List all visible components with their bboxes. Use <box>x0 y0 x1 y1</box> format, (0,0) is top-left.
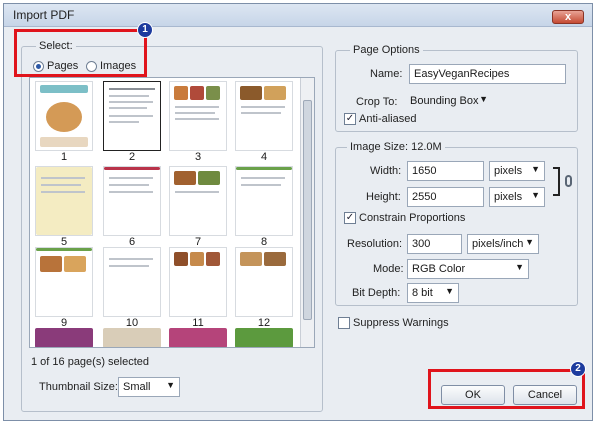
crop-to-label: Crop To: <box>356 96 398 108</box>
width-unit-value: pixels <box>494 165 523 177</box>
chevron-down-icon: ▼ <box>479 94 488 104</box>
step-badge-2: 2 <box>570 361 586 377</box>
page-preview-image <box>169 247 227 317</box>
page-preview-image <box>235 247 293 317</box>
width-input[interactable]: 1650 <box>407 161 484 181</box>
page-preview-image <box>35 81 93 151</box>
page-options-legend: Page Options <box>350 44 423 56</box>
chevron-down-icon: ▼ <box>531 190 540 200</box>
page-thumbnail[interactable]: 7 <box>167 166 229 248</box>
page-thumbnail[interactable]: 4 <box>233 81 295 163</box>
page-thumbnail[interactable]: 2 <box>101 81 163 163</box>
page-preview-text <box>103 166 161 236</box>
page-number: 4 <box>260 151 268 163</box>
thumbnail-size-value: Small <box>123 381 151 393</box>
buttons-highlight-box <box>428 369 585 409</box>
resolution-unit-value: pixels/inch <box>472 238 524 250</box>
mode-value: RGB Color <box>412 263 466 275</box>
resolution-unit-select[interactable]: pixels/inch ▼ <box>467 234 539 254</box>
anti-aliased-checkbox[interactable]: ✓ <box>344 113 356 125</box>
thumbnail-scrollbar[interactable] <box>300 78 314 347</box>
height-unit-select[interactable]: pixels ▼ <box>489 187 545 207</box>
page-thumbnail[interactable]: 1 <box>33 81 95 163</box>
close-button[interactable]: x <box>552 10 584 24</box>
page-preview-text <box>35 166 93 236</box>
thumbnail-size-label: Thumbnail Size: <box>39 381 118 393</box>
select-highlight-box <box>14 29 147 77</box>
chevron-down-icon: ▼ <box>166 380 175 390</box>
name-input[interactable]: EasyVeganRecipes <box>409 64 566 84</box>
thumbnail-grid[interactable]: 1 2 3 4 5 6 7 8 9 10 11 12 <box>29 77 315 348</box>
dialog-title: Import PDF <box>13 8 75 22</box>
page-number: 1 <box>60 151 68 163</box>
mode-select[interactable]: RGB Color ▼ <box>407 259 529 279</box>
resolution-label: Resolution: <box>347 238 403 250</box>
title-bar[interactable]: Import PDF x <box>4 4 592 27</box>
bit-depth-value: 8 bit <box>412 287 433 299</box>
page-thumbnail[interactable]: 5 <box>33 166 95 248</box>
page-thumbnail[interactable]: 8 <box>233 166 295 248</box>
scrollbar-thumb[interactable] <box>303 100 312 320</box>
name-label: Name: <box>370 68 403 80</box>
page-preview-image <box>35 247 93 317</box>
chevron-down-icon: ▼ <box>525 237 534 247</box>
crop-to-select[interactable]: Bounding Box ▼ <box>406 92 492 112</box>
chevron-down-icon: ▼ <box>515 262 524 272</box>
page-thumbnail[interactable]: 12 <box>233 247 295 329</box>
page-preview-image <box>169 81 227 151</box>
page-thumbnail[interactable]: 11 <box>167 247 229 329</box>
height-unit-value: pixels <box>494 191 523 203</box>
anti-aliased-label[interactable]: Anti-aliased <box>359 113 416 125</box>
chevron-down-icon: ▼ <box>531 164 540 174</box>
bit-depth-label: Bit Depth: <box>352 287 401 299</box>
resolution-input[interactable]: 300 <box>407 234 462 254</box>
crop-to-value: Bounding Box <box>410 95 479 107</box>
page-number: 3 <box>194 151 202 163</box>
suppress-warnings-checkbox[interactable] <box>338 317 350 329</box>
constrain-proportions-checkbox[interactable]: ✓ <box>344 212 356 224</box>
page-thumbnail[interactable]: 9 <box>33 247 95 329</box>
image-size-legend: Image Size: 12.0M <box>347 141 445 153</box>
page-preview-image <box>169 166 227 236</box>
page-preview-text <box>103 247 161 317</box>
page-preview-image <box>235 81 293 151</box>
constrain-link-bracket <box>553 167 560 196</box>
page-thumbnail[interactable]: 3 <box>167 81 229 163</box>
chevron-down-icon: ▼ <box>445 286 454 296</box>
width-label: Width: <box>370 165 402 177</box>
constrain-proportions-label[interactable]: Constrain Proportions <box>359 212 465 224</box>
page-number: 2 <box>128 151 136 163</box>
page-thumbnail[interactable]: 6 <box>101 166 163 248</box>
suppress-warnings-label[interactable]: Suppress Warnings <box>353 317 449 329</box>
mode-label: Mode: <box>373 263 404 275</box>
thumbnail-size-select[interactable]: Small ▼ <box>118 377 180 397</box>
bit-depth-select[interactable]: 8 bit ▼ <box>407 283 459 303</box>
height-label: Height: <box>366 191 401 203</box>
link-icon <box>565 175 572 187</box>
step-badge-1: 1 <box>137 22 153 38</box>
height-input[interactable]: 2550 <box>407 187 484 207</box>
page-thumbnail[interactable]: 10 <box>101 247 163 329</box>
selection-status: 1 of 16 page(s) selected <box>31 356 150 368</box>
width-unit-select[interactable]: pixels ▼ <box>489 161 545 181</box>
page-preview-text <box>235 166 293 236</box>
page-preview-text <box>103 81 161 151</box>
